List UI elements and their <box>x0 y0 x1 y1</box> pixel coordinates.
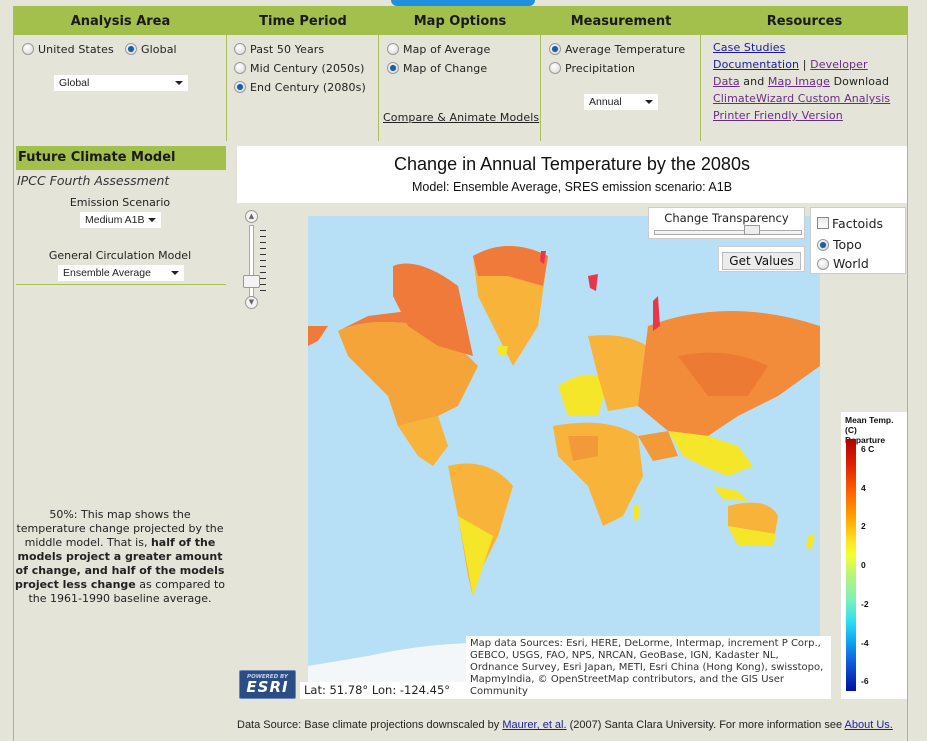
analysis-area-panel: United States Global Global <box>14 35 227 141</box>
zoom-ticks <box>260 230 266 292</box>
radio-map-of-average[interactable]: Map of Average <box>387 43 490 56</box>
legend-tick: 0 <box>861 560 866 570</box>
compare-animate-link[interactable]: Compare & Animate Models <box>383 111 539 124</box>
legend-tick: 2 <box>861 521 866 531</box>
map-title-box: Change in Annual Temperature by the 2080… <box>237 146 907 203</box>
radio-selected-icon[interactable] <box>817 239 829 251</box>
map-attribution: Map data Sources: Esri, HERE, DeLorme, I… <box>466 636 831 699</box>
transparency-label: Change Transparency <box>664 211 789 225</box>
legend-tick: 4 <box>861 483 866 493</box>
map-title: Change in Annual Temperature by the 2080… <box>394 154 750 174</box>
legend-tick: -6 <box>861 676 869 686</box>
transparency-thumb[interactable] <box>743 225 760 235</box>
chevron-down-icon <box>645 100 653 104</box>
radio-precipitation[interactable]: Precipitation <box>549 62 635 75</box>
temperature-legend: Mean Temp. (C) Departure 6 C 4 2 0 -2 -4… <box>841 412 907 699</box>
printer-friendly-link[interactable]: Printer Friendly Version <box>713 109 843 122</box>
region-select[interactable]: Global <box>54 75 188 91</box>
chevron-down-icon <box>171 271 179 275</box>
climate-map[interactable] <box>308 216 820 699</box>
radio-selected-icon[interactable] <box>234 81 246 93</box>
emission-scenario-select[interactable]: Medium A1B <box>80 212 161 228</box>
climate-wizard-page: Analysis Area Time Period Map Options Me… <box>0 0 927 741</box>
radio-global[interactable]: Global <box>125 43 177 56</box>
map-graphic <box>308 216 820 699</box>
about-us-link[interactable]: About Us. <box>845 719 893 731</box>
legend-tick: -2 <box>861 599 869 609</box>
resources-panel: Case Studies Documentation | Developer D… <box>701 35 908 141</box>
checkbox-icon[interactable] <box>817 217 829 229</box>
chevron-down-icon <box>148 218 156 222</box>
legend-tick: 6 C <box>861 444 875 454</box>
sidebar: Future Climate Model IPCC Fourth Assessm… <box>14 146 226 741</box>
header-bar: Analysis Area Time Period Map Options Me… <box>14 6 908 35</box>
header-time-period: Time Period <box>259 14 347 29</box>
radio-selected-icon[interactable] <box>125 43 137 55</box>
map-options-panel: Map of Average Map of Change Compare & A… <box>379 35 541 141</box>
layer-controls: Factoids Topo World <box>810 207 906 274</box>
legend-title: Mean Temp. (C) <box>845 415 894 435</box>
data-source-footer: Data Source: Base climate projections do… <box>237 719 893 731</box>
time-period-panel: Past 50 Years Mid Century (2050s) End Ce… <box>227 35 379 141</box>
options-panels: United States Global Global Past 50 Year… <box>14 35 908 141</box>
sidebar-subtitle: IPCC Fourth Assessment <box>17 173 170 188</box>
legend-tick: -4 <box>861 638 869 648</box>
header-map-options: Map Options <box>413 14 507 29</box>
map-image-link[interactable]: Map Image <box>768 75 830 88</box>
download-text: Download <box>833 75 890 88</box>
header-analysis-area: Analysis Area <box>70 14 171 29</box>
zoom-out-button[interactable]: ▼ <box>245 296 258 309</box>
get-values-button[interactable]: Get Values <box>722 252 801 270</box>
radio-icon[interactable] <box>234 43 246 55</box>
radio-map-of-change[interactable]: Map of Change <box>387 62 487 75</box>
documentation-link[interactable]: Documentation <box>713 58 799 71</box>
header-resources: Resources <box>766 14 843 29</box>
radio-icon[interactable] <box>234 62 246 74</box>
topo-radio[interactable]: Topo <box>817 237 862 252</box>
radio-end-century[interactable]: End Century (2080s) <box>234 81 366 94</box>
radio-past-50-years[interactable]: Past 50 Years <box>234 43 324 56</box>
radio-mid-century[interactable]: Mid Century (2050s) <box>234 62 364 75</box>
sidebar-title: Future Climate Model <box>16 146 226 170</box>
separator: | <box>802 58 807 71</box>
custom-analysis-link[interactable]: ClimateWizard Custom Analysis <box>713 92 890 105</box>
radio-average-temperature[interactable]: Average Temperature <box>549 43 685 56</box>
factoids-checkbox[interactable]: Factoids <box>817 216 883 231</box>
radio-icon[interactable] <box>387 43 399 55</box>
measurement-panel: Average Temperature Precipitation Annual <box>541 35 701 141</box>
emission-scenario-label: Emission Scenario <box>69 196 171 209</box>
get-values-box: Get Values <box>718 246 805 272</box>
maurer-link[interactable]: Maurer, et al. <box>502 719 566 731</box>
map-description: 50%: This map shows the temperature chan… <box>14 508 226 605</box>
gcm-select[interactable]: Ensemble Average <box>58 265 184 281</box>
zoom-in-button[interactable]: ▲ <box>245 210 258 223</box>
sidebar-divider <box>16 284 226 285</box>
world-radio[interactable]: World <box>817 256 869 271</box>
case-studies-link[interactable]: Case Studies <box>713 41 785 54</box>
radio-icon[interactable] <box>22 43 34 55</box>
radio-selected-icon[interactable] <box>549 43 561 55</box>
zoom-slider[interactable]: ▲ ▼ <box>243 210 267 310</box>
chevron-down-icon <box>175 81 183 85</box>
esri-logo[interactable]: POWERED BY ESRI <box>239 670 296 699</box>
transparency-track[interactable] <box>654 230 802 235</box>
header-measurement: Measurement <box>570 14 672 29</box>
radio-selected-icon[interactable] <box>387 62 399 74</box>
legend-color-bar <box>846 439 856 691</box>
developer-data-link-cont[interactable]: Data <box>713 75 740 88</box>
radio-united-states[interactable]: United States <box>22 43 114 56</box>
radio-icon[interactable] <box>549 62 561 74</box>
and-text: and <box>743 75 765 88</box>
zoom-thumb[interactable] <box>243 275 260 288</box>
radio-icon[interactable] <box>817 258 829 270</box>
map-subtitle: Model: Ensemble Average, SRES emission s… <box>411 180 733 194</box>
developer-data-link[interactable]: Developer <box>810 58 867 71</box>
coordinate-readout: Lat: 51.78° Lon: -124.45° <box>300 682 466 699</box>
transparency-control: Change Transparency <box>648 207 805 239</box>
gcm-label: General Circulation Model <box>48 249 192 262</box>
season-select[interactable]: Annual <box>584 94 658 110</box>
